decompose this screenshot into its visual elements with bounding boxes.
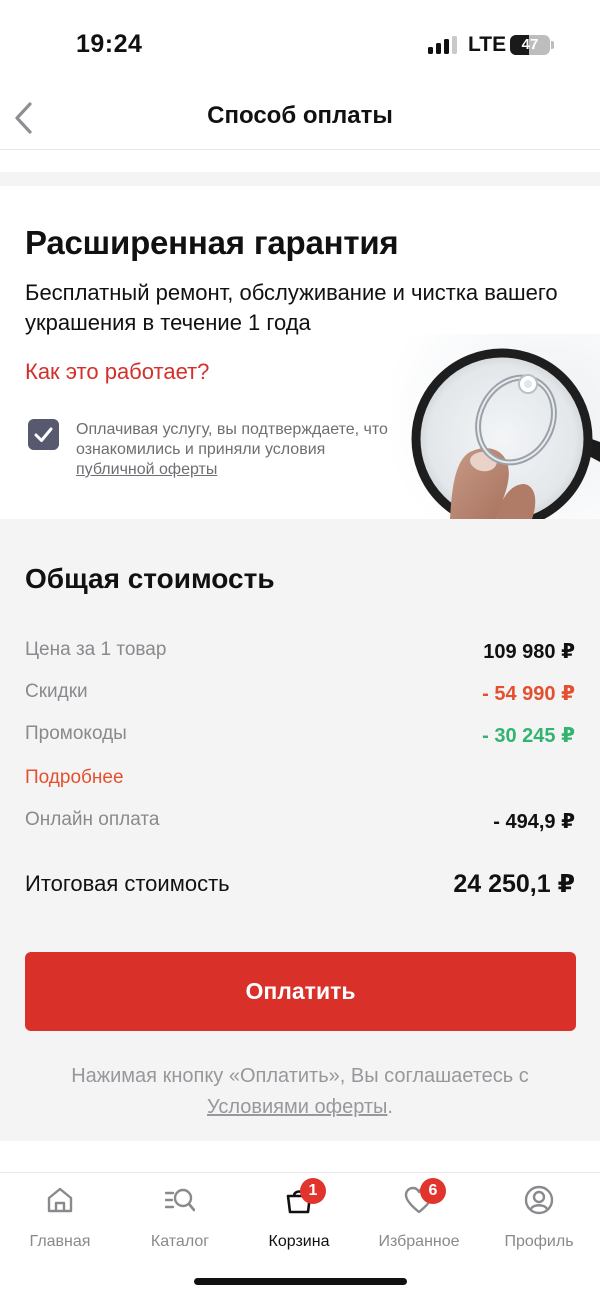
pay-button[interactable]: Оплатить bbox=[25, 952, 576, 1031]
status-time: 19:24 bbox=[76, 30, 143, 58]
signal-icon bbox=[428, 36, 458, 54]
tab-favorites[interactable]: 6 Избранное bbox=[364, 1178, 474, 1251]
tab-profile[interactable]: Профиль bbox=[484, 1181, 594, 1251]
section-divider bbox=[0, 172, 600, 186]
page-title: Способ оплаты bbox=[207, 102, 393, 129]
promo-label: Промокоды bbox=[25, 723, 127, 744]
tab-cart[interactable]: 1 Корзина bbox=[244, 1178, 354, 1251]
consent-prefix: Оплачивая услугу, вы подтверждаете, что … bbox=[76, 421, 388, 458]
how-it-works-link[interactable]: Как это работает? bbox=[25, 359, 209, 385]
tab-profile-label: Профиль bbox=[504, 1233, 574, 1250]
cart-badge: 1 bbox=[300, 1178, 326, 1204]
tab-home-label: Главная bbox=[29, 1233, 91, 1250]
magnifier-ring-image bbox=[392, 334, 600, 519]
battery-icon: 47 bbox=[510, 35, 550, 55]
tab-catalog[interactable]: Каталог bbox=[125, 1181, 235, 1251]
details-link[interactable]: Подробнее bbox=[25, 767, 124, 789]
tab-cart-label: Корзина bbox=[268, 1233, 330, 1250]
tab-favorites-label: Избранное bbox=[378, 1233, 460, 1250]
online-payment-row: Онлайн оплата - 494,9 ₽ bbox=[25, 809, 575, 839]
home-indicator bbox=[194, 1278, 407, 1285]
price-label: Цена за 1 товар bbox=[25, 639, 167, 660]
nav-header: Способ оплаты bbox=[0, 88, 600, 150]
total-cost-section: Общая стоимость Цена за 1 товар 109 980 … bbox=[0, 519, 600, 1141]
tab-catalog-label: Каталог bbox=[150, 1233, 210, 1250]
warranty-title: Расширенная гарантия bbox=[25, 224, 399, 261]
discount-row: Скидки - 54 990 ₽ bbox=[25, 681, 575, 711]
final-total-label: Итоговая стоимость bbox=[25, 871, 230, 896]
home-icon bbox=[47, 1187, 73, 1213]
status-bar: 19:24 LTE 47 bbox=[0, 0, 600, 88]
favorites-badge: 6 bbox=[420, 1178, 446, 1204]
online-payment-label: Онлайн оплата bbox=[25, 809, 160, 830]
consent-checkbox[interactable] bbox=[28, 419, 59, 450]
network-type: LTE bbox=[468, 33, 507, 56]
terms-text: Нажимая кнопку «Оплатить», Вы соглашаете… bbox=[30, 1061, 570, 1123]
discount-label: Скидки bbox=[25, 681, 88, 702]
terms-suffix: . bbox=[387, 1096, 393, 1118]
warranty-description: Бесплатный ремонт, обслуживание и чистка… bbox=[25, 280, 558, 335]
promo-value: - 30 245 ₽ bbox=[482, 725, 575, 747]
terms-prefix: Нажимая кнопку «Оплатить», Вы соглашаете… bbox=[71, 1065, 529, 1087]
payment-method-screen: 19:24 LTE 47 Способ оплаты Расширенная г… bbox=[0, 0, 600, 1300]
battery-tip bbox=[551, 41, 554, 49]
total-title: Общая стоимость bbox=[25, 563, 275, 594]
public-offer-link[interactable]: публичной оферты bbox=[76, 461, 217, 478]
price-value: 109 980 ₽ bbox=[483, 641, 575, 663]
battery-percent: 47 bbox=[521, 36, 539, 53]
online-payment-value: - 494,9 ₽ bbox=[493, 811, 575, 833]
final-total-row: Итоговая стоимость 24 250,1 ₽ bbox=[25, 869, 575, 903]
tab-home[interactable]: Главная bbox=[5, 1181, 115, 1251]
profile-icon bbox=[524, 1185, 554, 1215]
consent-text: Оплачивая услугу, вы подтверждаете, что … bbox=[76, 420, 396, 480]
final-total-value: 24 250,1 ₽ bbox=[453, 870, 575, 898]
discount-value: - 54 990 ₽ bbox=[482, 683, 575, 705]
offer-terms-link[interactable]: Условиями оферты bbox=[207, 1096, 387, 1118]
price-row: Цена за 1 товар 109 980 ₽ bbox=[25, 639, 575, 669]
catalog-search-icon bbox=[165, 1188, 195, 1212]
promo-row: Промокоды - 30 245 ₽ bbox=[25, 723, 575, 753]
extended-warranty-card: Расширенная гарантия Бесплатный ремонт, … bbox=[0, 186, 600, 519]
